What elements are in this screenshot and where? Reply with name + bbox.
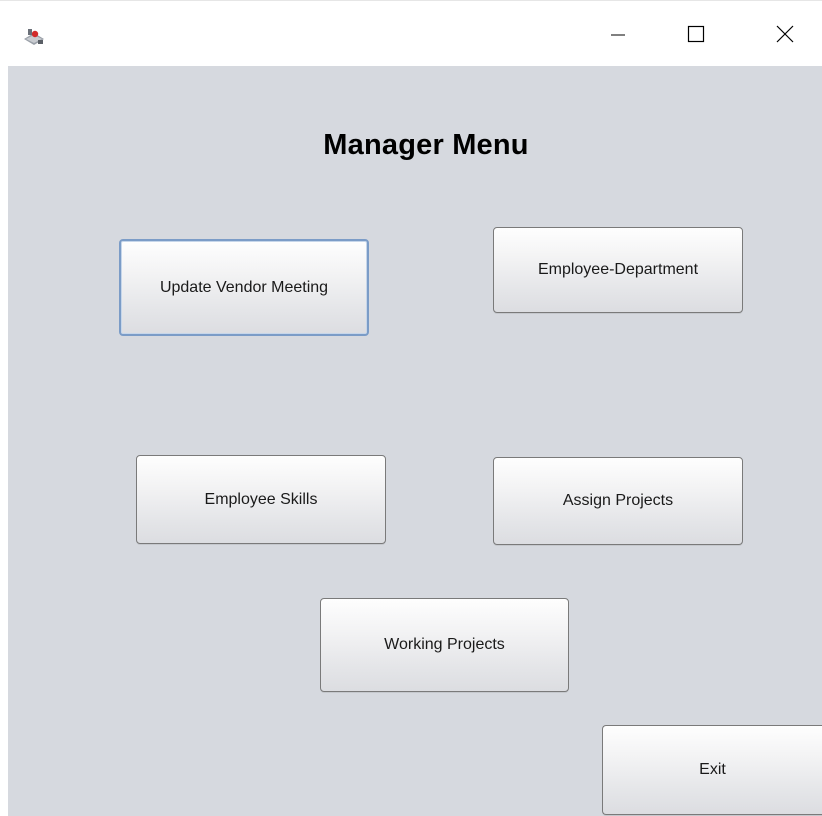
exit-label: Exit: [699, 761, 726, 778]
main-panel: Manager Menu Update Vendor Meeting Emplo…: [8, 66, 822, 816]
assign-projects-label: Assign Projects: [562, 492, 674, 509]
close-icon: [775, 24, 795, 49]
update-vendor-meeting-label: Update Vendor Meeting: [159, 278, 329, 296]
page-title: Manager Menu: [323, 129, 529, 161]
employee-skills-button[interactable]: Employee Skills: [136, 455, 386, 544]
maximize-icon: [686, 24, 706, 49]
close-window-button[interactable]: [760, 24, 810, 48]
maximize-window-button[interactable]: [671, 24, 721, 48]
working-projects-button[interactable]: Working Projects: [320, 598, 569, 692]
working-projects-label: Working Projects: [384, 636, 505, 653]
manager-menu-window: Manager Menu Update Vendor Meeting Emplo…: [0, 0, 822, 816]
employee-department-label: Employee-Department: [537, 261, 699, 278]
update-vendor-meeting-button[interactable]: Update Vendor Meeting: [119, 239, 369, 336]
employee-skills-label: Employee Skills: [204, 490, 318, 508]
assign-projects-button[interactable]: Assign Projects: [493, 457, 743, 545]
minimize-window-button[interactable]: [593, 24, 643, 48]
java-app-icon: [22, 27, 46, 47]
exit-button[interactable]: Exit: [602, 725, 822, 815]
employee-department-button[interactable]: Employee-Department: [493, 227, 743, 313]
minimize-icon: [608, 24, 628, 49]
